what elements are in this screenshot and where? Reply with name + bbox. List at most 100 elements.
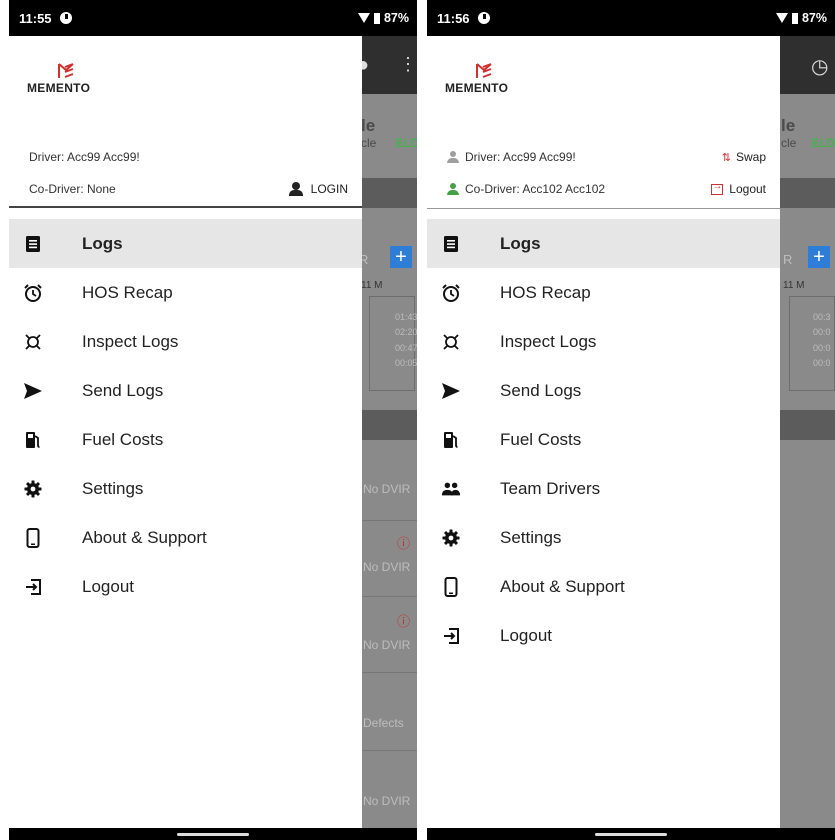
menu-item-label: Fuel Costs (500, 429, 582, 449)
menu-item-label: Send Logs (500, 380, 582, 400)
dvir-2: No DVIR (363, 560, 411, 574)
background-title: le (781, 116, 796, 135)
nav-drawer: MEMENTO Driver: Acc99 Acc99! ⇅ Swap Co-D… (427, 36, 780, 828)
menu-item-team-drivers[interactable]: Team Drivers (427, 464, 780, 513)
notification-icon (477, 12, 490, 24)
navigation-bar (9, 828, 417, 840)
overflow-menu-icon: ⋮ (399, 54, 417, 74)
menu-item-label: Team Drivers (500, 478, 601, 498)
menu-item-label: Logout (500, 625, 552, 645)
phone-icon (23, 527, 43, 548)
home-gesture-pill[interactable] (177, 833, 249, 836)
battery-percent: 87% (383, 11, 409, 25)
alarm-icon: ◷ (811, 56, 829, 78)
status-bar: 11:56 87% (427, 0, 835, 36)
menu-item-inspect-logs[interactable]: Inspect Logs (9, 317, 362, 366)
memento-logo: MEMENTO (27, 60, 117, 104)
status-time: 11:56 (437, 10, 470, 26)
background-title: le (361, 116, 376, 135)
drawer-menu: Logs HOS Recap Inspect Logs Send Logs Fuel C… (427, 219, 780, 660)
menu-item-fuel-costs[interactable]: Fuel Costs (427, 415, 780, 464)
menu-item-label: HOS Recap (500, 282, 591, 302)
send-icon (23, 381, 43, 401)
status-bar: 11:55 87% (9, 0, 417, 36)
dvir-1: No DVIR (363, 482, 411, 496)
menu-item-about-support[interactable]: About & Support (427, 562, 780, 611)
menu-item-label: Logout (82, 576, 134, 596)
codriver-logout-label: Logout (729, 182, 766, 196)
nav-drawer: MEMENTO Driver: Acc99 Acc99! Co-Driver: … (9, 36, 362, 828)
menu-item-logout[interactable]: Logout (9, 562, 362, 611)
codriver-logout-button[interactable]: Logout (711, 181, 766, 196)
codriver-label: Co-Driver: None (29, 182, 116, 196)
home-gesture-pill[interactable] (595, 833, 667, 836)
eld-label: ELD (811, 136, 835, 150)
swap-icon: ⇅ (721, 151, 731, 164)
logs-icon (23, 234, 43, 254)
battery-icon (791, 12, 798, 24)
logout-icon (23, 577, 43, 597)
driver-label: Driver: Acc99 Acc99! (465, 150, 576, 164)
logout-icon (711, 181, 724, 195)
phone-icon (441, 576, 461, 597)
menu-item-settings[interactable]: Settings (427, 513, 780, 562)
drawer-menu: Logs HOS Recap Inspect Logs Send Logs Fuel C… (9, 219, 362, 611)
menu-item-logs[interactable]: Logs (9, 219, 362, 268)
dvir-3: No DVIR (363, 638, 411, 652)
menu-item-send-logs[interactable]: Send Logs (9, 366, 362, 415)
header-divider (427, 208, 780, 209)
hours-header: 11 M (783, 280, 805, 291)
swap-button[interactable]: ⇅ Swap (722, 150, 766, 164)
notification-icon (59, 12, 72, 24)
time-1: 01:43 (395, 312, 417, 322)
dvir-5: No DVIR (363, 794, 411, 808)
status-time: 11:55 (19, 10, 52, 26)
time-2: 02:20 (395, 327, 417, 337)
header-divider (9, 206, 362, 208)
menu-item-logs[interactable]: Logs (427, 219, 780, 268)
logout-icon (441, 626, 461, 646)
menu-item-hos-recap[interactable]: HOS Recap (9, 268, 362, 317)
menu-item-label: Fuel Costs (82, 429, 164, 449)
person-icon (288, 182, 303, 196)
alarm-clock-icon (441, 283, 461, 303)
menu-item-label: Logs (82, 233, 123, 253)
gear-icon (23, 479, 43, 499)
logo-text: MEMENTO (27, 81, 91, 95)
login-label: LOGIN (310, 182, 348, 196)
menu-item-settings[interactable]: Settings (9, 464, 362, 513)
inspect-icon (441, 332, 461, 352)
menu-item-fuel-costs[interactable]: Fuel Costs (9, 415, 362, 464)
menu-item-about-support[interactable]: About & Support (9, 513, 362, 562)
menu-item-hos-recap[interactable]: HOS Recap (427, 268, 780, 317)
login-button[interactable]: LOGIN (288, 182, 348, 196)
logo-text: MEMENTO (445, 81, 509, 95)
eld-label: ELD (395, 136, 417, 150)
phone-screen-left: 11:55 87% ● ⋮ le cle ELD R + 11 M 01:43 … (9, 0, 417, 840)
menu-item-label: About & Support (500, 576, 625, 596)
menu-item-label: Settings (82, 478, 144, 498)
codriver-person-icon (447, 183, 459, 195)
memento-logo: MEMENTO (445, 60, 535, 104)
logs-icon (441, 234, 461, 254)
battery-percent: 87% (801, 11, 827, 25)
menu-item-logout[interactable]: Logout (427, 611, 780, 660)
fuel-pump-icon (23, 430, 43, 450)
driver-row: Driver: Acc99 Acc99! (29, 147, 348, 167)
codriver-label: Co-Driver: Acc102 Acc102 (465, 182, 606, 196)
add-log-icon: + (808, 246, 830, 268)
time-2: 00:0 (813, 327, 831, 337)
time-3: 00:47 (395, 343, 417, 353)
send-icon (441, 381, 461, 401)
menu-item-label: Settings (500, 527, 562, 547)
gear-icon (441, 528, 461, 548)
inspect-icon (23, 332, 43, 352)
menu-item-inspect-logs[interactable]: Inspect Logs (427, 317, 780, 366)
fuel-pump-icon (441, 430, 461, 450)
background-subtitle: cle (781, 136, 797, 150)
logo-mark-icon (58, 63, 74, 78)
time-4: 00:0 (813, 358, 831, 368)
menu-item-send-logs[interactable]: Send Logs (427, 366, 780, 415)
driver-row: Driver: Acc99 Acc99! ⇅ Swap (447, 147, 766, 167)
driver-label: Driver: Acc99 Acc99! (29, 150, 140, 164)
